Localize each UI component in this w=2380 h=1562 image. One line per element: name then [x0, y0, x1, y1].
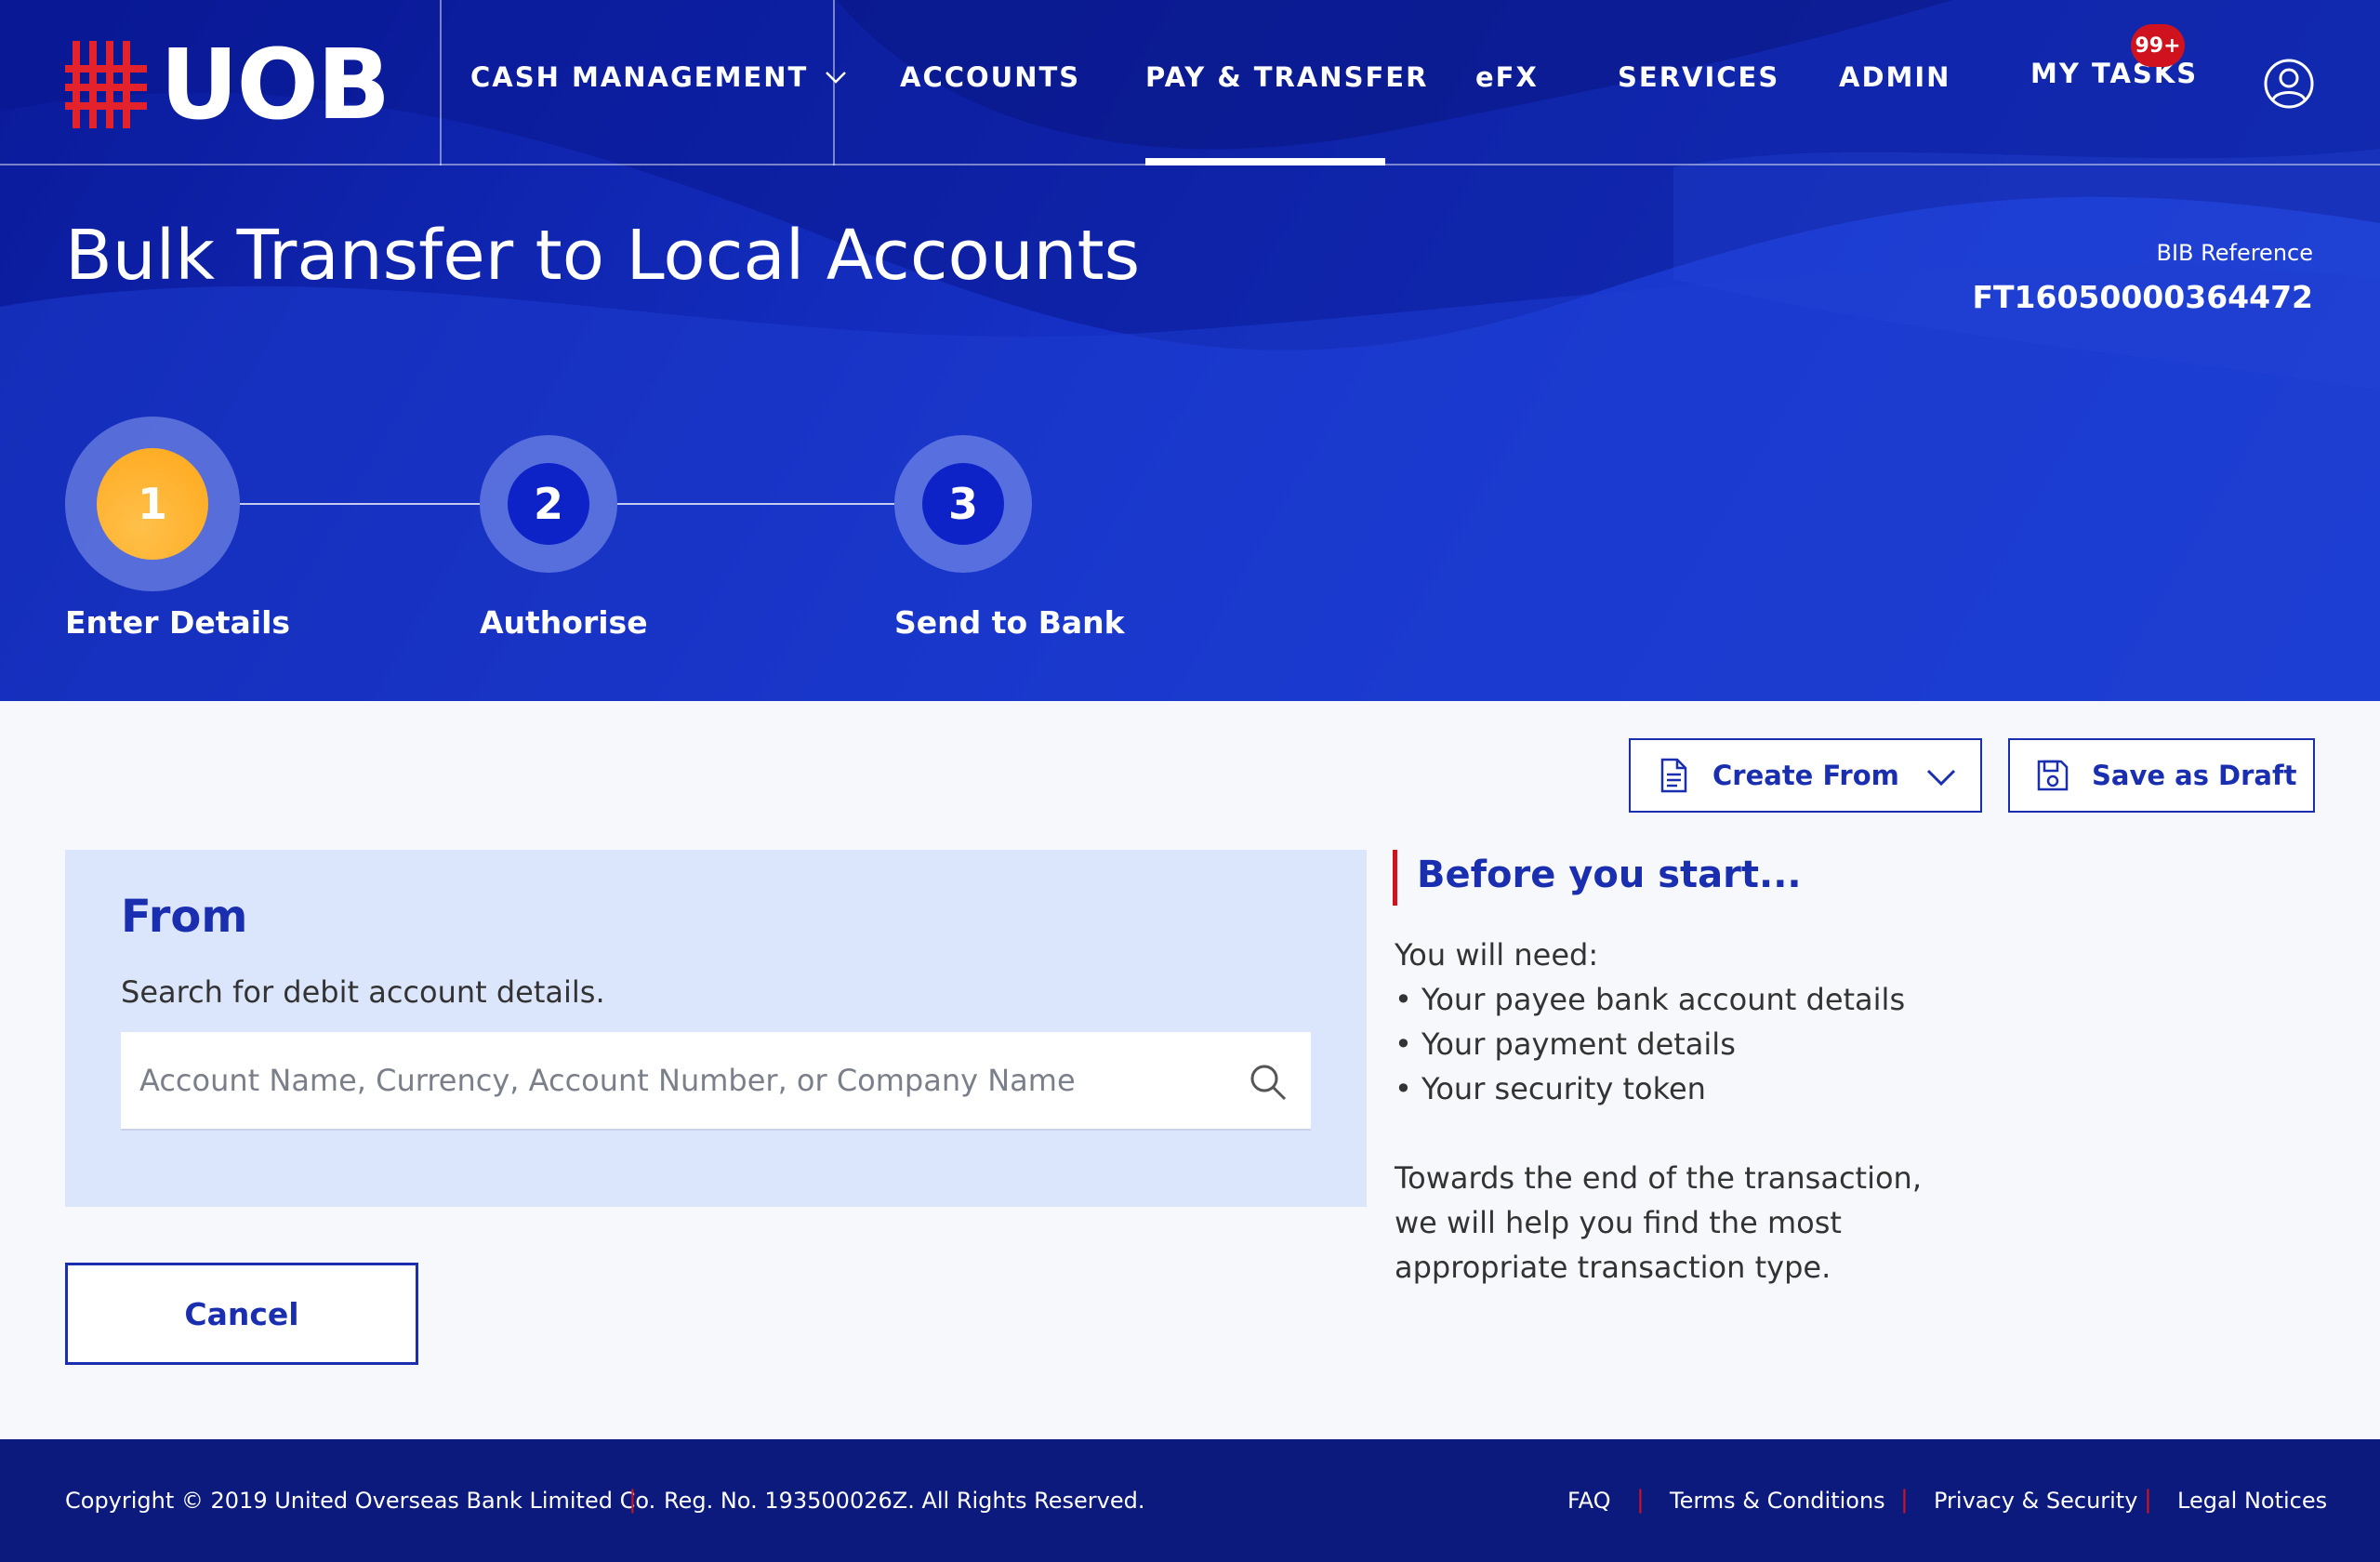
bib-reference-value: FT16050000364472	[1972, 279, 2313, 315]
step-3-indicator: 3	[922, 463, 1004, 545]
footer-link-privacy[interactable]: Privacy & Security	[1934, 1488, 2137, 1514]
footer-separator: |	[1900, 1486, 1909, 1514]
requirement-item: • Your payee bank account details	[1395, 982, 1906, 1017]
nav-pay-transfer[interactable]: PAY & TRANSFER	[1145, 61, 1428, 93]
save-as-draft-button[interactable]: Save as Draft	[2008, 738, 2315, 813]
create-from-label: Create From	[1712, 760, 1899, 791]
stepper-connector	[617, 503, 894, 505]
closing-text-line: appropriate transaction type.	[1395, 1250, 1831, 1285]
step-2-label: Authorise	[480, 604, 648, 641]
section-accent-bar	[1393, 850, 1397, 906]
footer-separator: |	[2144, 1486, 2152, 1514]
uob-logo-mark-icon	[65, 41, 147, 128]
requirement-item: • Your security token	[1395, 1071, 1706, 1106]
chevron-down-icon	[1926, 769, 1956, 787]
user-profile-icon[interactable]	[2263, 58, 2315, 110]
from-account-panel: From Search for debit account details.	[65, 850, 1367, 1207]
cancel-button[interactable]: Cancel	[65, 1263, 418, 1365]
footer-link-terms[interactable]: Terms & Conditions	[1670, 1488, 1885, 1514]
footer-separator: |	[628, 1486, 637, 1514]
nav-cash-management[interactable]: CASH MANAGEMENT	[470, 61, 847, 93]
closing-text-line: Towards the end of the transaction,	[1395, 1160, 1922, 1196]
stepper-connector	[240, 503, 480, 505]
from-section-subtitle: Search for debit account details.	[121, 974, 605, 1010]
footer-copyright: Copyright © 2019 United Overseas Bank Li…	[65, 1488, 656, 1514]
logo-wordmark: UOB	[160, 28, 390, 141]
footer-link-faq[interactable]: FAQ	[1567, 1488, 1611, 1514]
footer-link-legal[interactable]: Legal Notices	[2177, 1488, 2327, 1514]
debit-account-search	[121, 1032, 1311, 1131]
closing-text-line: we will help you find the most	[1395, 1205, 1842, 1240]
nav-active-indicator	[1145, 158, 1385, 165]
footer-registration: Reg. No. 193500026Z. All Rights Reserved…	[664, 1488, 1145, 1514]
nav-accounts[interactable]: ACCOUNTS	[900, 61, 1080, 93]
before-you-start-title: Before you start...	[1417, 854, 1802, 896]
document-icon	[1660, 758, 1687, 793]
from-section-title: From	[121, 891, 248, 943]
step-2-indicator: 2	[508, 463, 589, 545]
nav-efx[interactable]: eFX	[1475, 61, 1539, 93]
tasks-count-badge: 99+	[2131, 24, 2185, 67]
header-hero: UOB CASH MANAGEMENT ACCOUNTS PAY & TRANS…	[0, 0, 2380, 701]
bib-reference-label: BIB Reference	[2156, 240, 2314, 266]
footer-separator: |	[1636, 1486, 1645, 1514]
nav-admin[interactable]: ADMIN	[1839, 61, 1950, 93]
search-icon[interactable]	[1248, 1062, 1289, 1103]
uob-logo[interactable]: UOB	[65, 36, 390, 133]
nav-divider	[440, 0, 442, 165]
nav-cash-management-label: CASH MANAGEMENT	[470, 61, 809, 93]
step-1-indicator: 1	[97, 448, 208, 560]
floppy-disk-icon	[2037, 760, 2069, 791]
requirement-item: • Your payment details	[1395, 1026, 1736, 1062]
step-3-label: Send to Bank	[894, 604, 1125, 641]
debit-account-search-input[interactable]	[121, 1032, 1218, 1129]
create-from-dropdown[interactable]: Create From	[1629, 738, 1982, 813]
chevron-down-icon	[826, 72, 847, 84]
step-1-label: Enter Details	[65, 604, 291, 641]
before-you-start-need: You will need:	[1395, 937, 1599, 973]
top-navigation: UOB CASH MANAGEMENT ACCOUNTS PAY & TRANS…	[0, 0, 2380, 165]
page-title: Bulk Transfer to Local Accounts	[65, 216, 1141, 296]
save-as-draft-label: Save as Draft	[2092, 760, 2297, 791]
nav-services[interactable]: SERVICES	[1618, 61, 1779, 93]
